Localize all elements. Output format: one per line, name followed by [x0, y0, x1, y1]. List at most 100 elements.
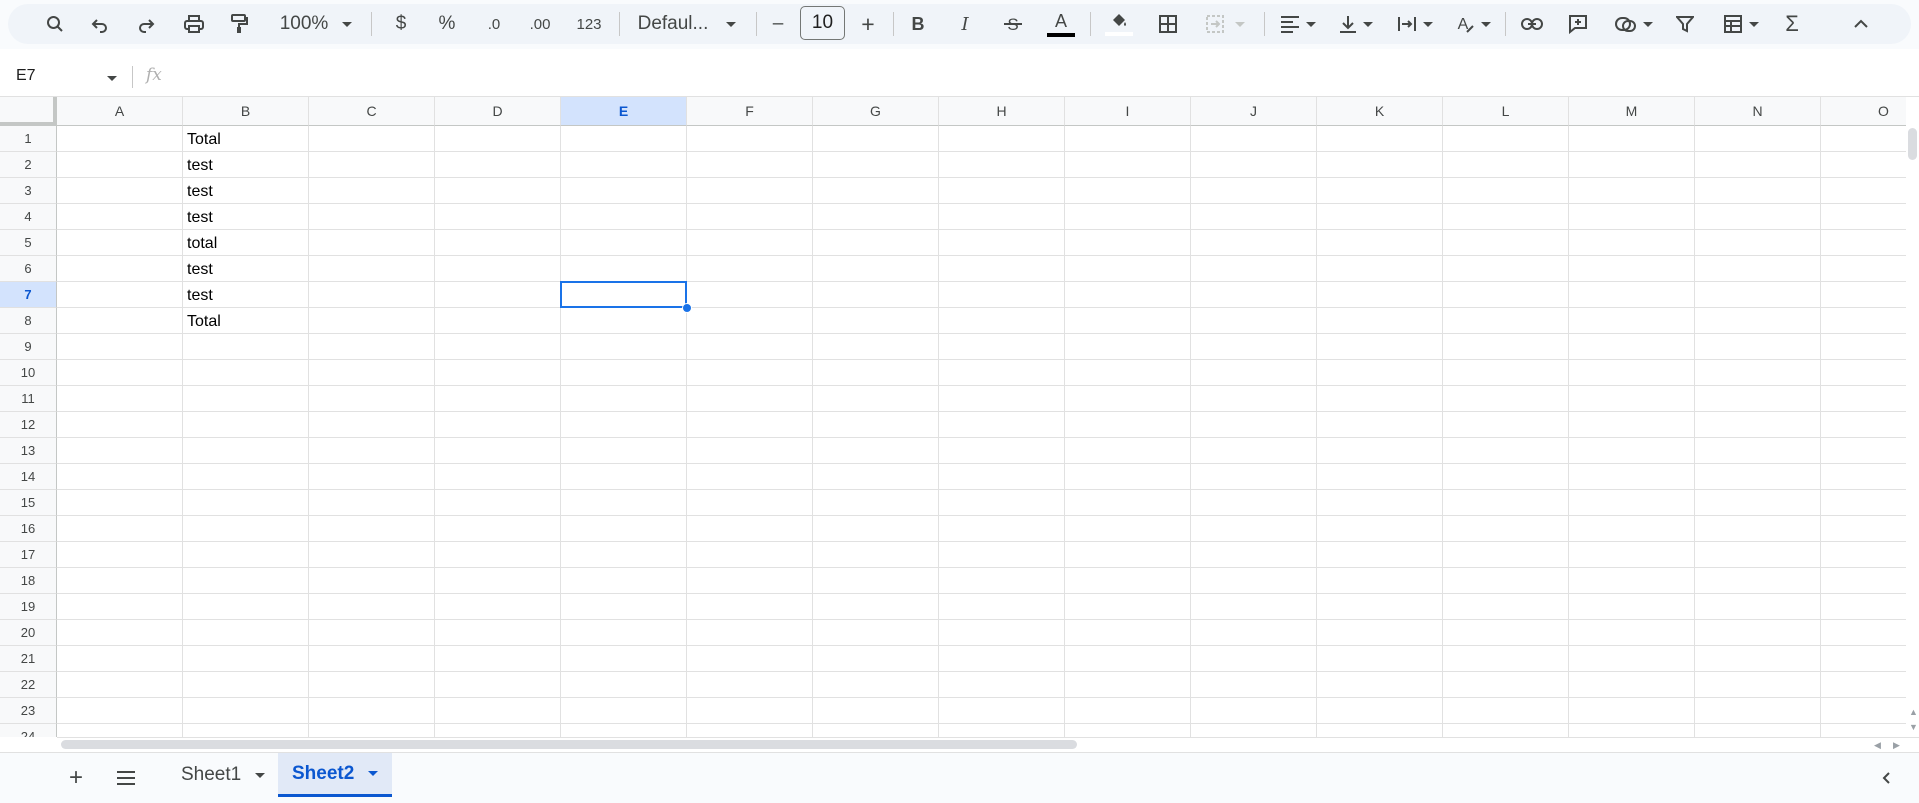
functions-icon[interactable]: Σ	[1779, 7, 1805, 41]
cell-b5[interactable]: total	[183, 230, 309, 256]
row-header-4[interactable]: 4	[0, 204, 57, 230]
column-header-d[interactable]: D	[435, 97, 561, 126]
column-header-f[interactable]: F	[687, 97, 813, 126]
column-header-g[interactable]: G	[813, 97, 939, 126]
spreadsheet-grid[interactable]: A B C D E F G H I J K L M N O 1 2 3 4 5 6 7 8 9 10 11 12 13 14 15 16 17…	[0, 97, 1906, 737]
selected-cell[interactable]	[560, 281, 687, 308]
insert-chart-button[interactable]	[1611, 7, 1657, 41]
row-header-20[interactable]: 20	[0, 620, 57, 646]
row-header-15[interactable]: 15	[0, 490, 57, 516]
cell-b8[interactable]: Total	[183, 308, 309, 334]
text-rotation-button[interactable]: A	[1451, 7, 1495, 41]
row-header-11[interactable]: 11	[0, 386, 57, 412]
scroll-up-arrow-icon[interactable]: ▲	[1909, 707, 1918, 717]
row-header-3[interactable]: 3	[0, 178, 57, 204]
undo-icon[interactable]	[87, 7, 113, 41]
decrease-decimal-button[interactable]: .0	[478, 7, 510, 41]
increase-decimal-button[interactable]: .00	[524, 7, 556, 41]
insert-comment-icon[interactable]	[1564, 7, 1592, 41]
chevron-down-icon[interactable]	[255, 772, 266, 778]
scroll-right-arrow-icon[interactable]: ▶	[1893, 740, 1900, 751]
filter-icon[interactable]	[1671, 7, 1699, 41]
scroll-left-arrow-icon[interactable]: ◀	[1874, 740, 1881, 751]
paint-format-icon[interactable]	[226, 7, 252, 41]
redo-icon[interactable]	[133, 7, 159, 41]
scroll-down-arrow-icon[interactable]: ▼	[1909, 722, 1918, 732]
row-header-13[interactable]: 13	[0, 438, 57, 464]
row-header-8[interactable]: 8	[0, 308, 57, 334]
borders-icon[interactable]	[1154, 7, 1182, 41]
column-header-i[interactable]: I	[1065, 97, 1191, 126]
name-box[interactable]: E7	[16, 67, 36, 85]
row-header-7[interactable]: 7	[0, 282, 57, 308]
insert-link-icon[interactable]	[1518, 7, 1546, 41]
column-header-b[interactable]: B	[183, 97, 309, 126]
cell-b2[interactable]: test	[183, 152, 309, 178]
decrease-font-size-button[interactable]: –	[766, 7, 790, 41]
text-color-button[interactable]: A	[1046, 7, 1076, 41]
column-header-o[interactable]: O	[1821, 97, 1906, 126]
filter-views-button[interactable]	[1718, 7, 1764, 41]
font-family-select[interactable]: Defaul...	[636, 7, 738, 41]
bold-button[interactable]: B	[906, 7, 930, 41]
column-header-j[interactable]: J	[1191, 97, 1317, 126]
column-header-k[interactable]: K	[1317, 97, 1443, 126]
merge-cells-button[interactable]	[1200, 7, 1250, 41]
vertical-align-button[interactable]	[1334, 7, 1378, 41]
search-icon[interactable]	[42, 7, 68, 41]
column-header-l[interactable]: L	[1443, 97, 1569, 126]
row-header-6[interactable]: 6	[0, 256, 57, 282]
column-header-e[interactable]: E	[561, 97, 687, 126]
row-header-18[interactable]: 18	[0, 568, 57, 594]
row-header-21[interactable]: 21	[0, 646, 57, 672]
currency-format-button[interactable]: $	[389, 7, 413, 41]
horizontal-align-button[interactable]	[1276, 7, 1320, 41]
select-all-corner[interactable]	[0, 97, 57, 126]
row-header-10[interactable]: 10	[0, 360, 57, 386]
fill-handle[interactable]	[682, 303, 692, 313]
font-size-input[interactable]: 10	[800, 6, 845, 40]
vertical-scrollbar[interactable]	[1906, 126, 1919, 737]
cell-b4[interactable]: test	[183, 204, 309, 230]
row-header-19[interactable]: 19	[0, 594, 57, 620]
row-header-5[interactable]: 5	[0, 230, 57, 256]
row-header-23[interactable]: 23	[0, 698, 57, 724]
row-header-22[interactable]: 22	[0, 672, 57, 698]
vertical-scroll-thumb[interactable]	[1908, 128, 1917, 160]
cell-b3[interactable]: test	[183, 178, 309, 204]
row-header-14[interactable]: 14	[0, 464, 57, 490]
cell-b7[interactable]: test	[183, 282, 309, 308]
strikethrough-icon[interactable]: S	[1000, 7, 1026, 41]
row-header-16[interactable]: 16	[0, 516, 57, 542]
print-icon[interactable]	[181, 7, 207, 41]
row-header-17[interactable]: 17	[0, 542, 57, 568]
side-panel-toggle-icon[interactable]	[1871, 763, 1901, 793]
fill-color-button[interactable]	[1104, 7, 1134, 41]
cell-b6[interactable]: test	[183, 256, 309, 282]
column-header-n[interactable]: N	[1695, 97, 1821, 126]
column-header-c[interactable]: C	[309, 97, 435, 126]
sheet-tab-sheet1[interactable]: Sheet1	[167, 753, 279, 797]
column-header-a[interactable]: A	[57, 97, 183, 126]
row-header-9[interactable]: 9	[0, 334, 57, 360]
horizontal-scroll-thumb[interactable]	[61, 740, 1077, 749]
sheet-tab-sheet2[interactable]: Sheet2	[278, 753, 392, 797]
row-header-24[interactable]: 24	[0, 724, 57, 737]
row-header-1[interactable]: 1	[0, 126, 57, 152]
italic-button[interactable]: I	[953, 7, 977, 41]
cell-b1[interactable]: Total	[183, 126, 309, 152]
increase-font-size-button[interactable]: +	[856, 7, 880, 41]
chevron-down-icon[interactable]	[368, 771, 379, 776]
column-header-h[interactable]: H	[939, 97, 1065, 126]
column-header-m[interactable]: M	[1569, 97, 1695, 126]
text-wrapping-button[interactable]	[1393, 7, 1437, 41]
percent-format-button[interactable]: %	[435, 7, 459, 41]
number-format-button[interactable]: 123	[573, 7, 605, 41]
all-sheets-icon[interactable]	[111, 763, 141, 793]
collapse-toolbar-icon[interactable]	[1848, 7, 1874, 41]
row-header-2[interactable]: 2	[0, 152, 57, 178]
add-sheet-icon[interactable]: +	[61, 763, 91, 793]
chevron-down-icon[interactable]	[107, 76, 117, 81]
row-header-12[interactable]: 12	[0, 412, 57, 438]
zoom-select[interactable]: 100%	[276, 7, 356, 41]
